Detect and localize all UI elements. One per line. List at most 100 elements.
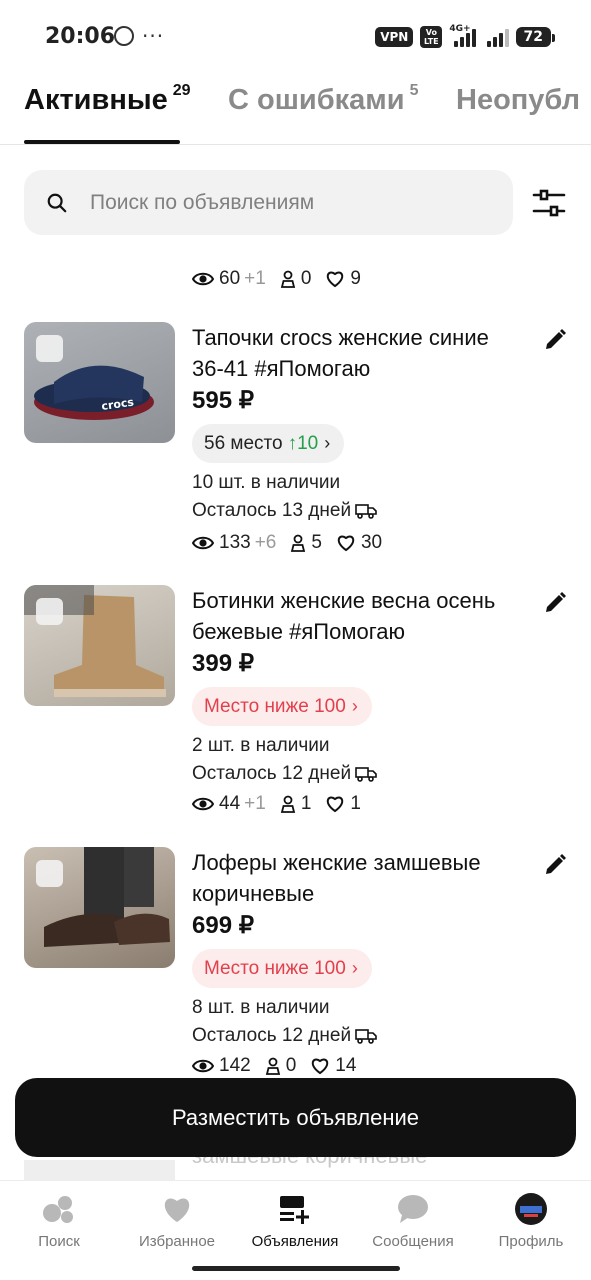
- listing-stats: 60 +1 0 9: [192, 268, 375, 290]
- select-checkbox[interactable]: [36, 860, 63, 887]
- network-type: 4G+: [449, 24, 471, 34]
- contacts-count: 5: [311, 532, 322, 553]
- stock-count: 8 шт. в наличии: [192, 997, 330, 1018]
- nav-listings[interactable]: Объявления: [240, 1191, 350, 1250]
- tab-label: Активные: [24, 84, 168, 116]
- rank-badge[interactable]: 56 место ↑10 ›: [192, 424, 345, 463]
- listing-tabs: Активные 29 С ошибками 5 Неопубл: [0, 80, 591, 146]
- views-delta: +1: [244, 268, 266, 289]
- likes-count: 1: [350, 793, 361, 814]
- days-left-text: Осталось 13 дней: [192, 500, 352, 521]
- views-count: 142: [219, 1055, 251, 1076]
- rank-text: Место ниже 100: [204, 957, 346, 979]
- search-nav-icon: [4, 1191, 114, 1227]
- likes-stat: 9: [325, 268, 361, 290]
- battery-icon: 72: [515, 27, 556, 47]
- tab-count: 29: [172, 82, 191, 99]
- views-count: 44: [219, 793, 241, 814]
- search-bar[interactable]: [24, 170, 513, 235]
- signal-icon-2: [486, 27, 509, 47]
- stock-count: 10 шт. в наличии: [192, 472, 341, 493]
- next-listing-thumbnail: [24, 1160, 175, 1182]
- listing-thumbnail[interactable]: [24, 847, 175, 968]
- home-indicator[interactable]: [192, 1266, 400, 1271]
- tab-active[interactable]: Активные 29: [24, 82, 191, 117]
- likes-count: 14: [335, 1055, 357, 1076]
- tab-label: С ошибками: [228, 84, 405, 116]
- listing-title[interactable]: Тапочки crocs женские синие 36-41 #яПомо…: [192, 322, 522, 384]
- pencil-icon[interactable]: [543, 591, 567, 615]
- days-left: Осталось 12 дней: [192, 763, 377, 785]
- listing-stats: 133 +6 5 30: [192, 532, 396, 554]
- create-listing-button[interactable]: Разместить объявление: [15, 1078, 576, 1157]
- whatsapp-icon: [114, 26, 134, 46]
- nav-profile[interactable]: Профиль: [476, 1191, 586, 1250]
- vpn-badge: VPN: [375, 27, 414, 47]
- listing-title[interactable]: Лоферы женские замшевые коричневые: [192, 847, 522, 909]
- heart-outline-icon: [312, 1058, 329, 1075]
- heart-outline-icon: [327, 271, 344, 288]
- contacts-stat: 1: [280, 793, 311, 815]
- avatar: [476, 1191, 586, 1227]
- chevron-right-icon: ›: [351, 696, 358, 716]
- contacts-count: 0: [300, 268, 312, 289]
- likes-count: 30: [360, 532, 383, 553]
- heart-icon: [122, 1191, 232, 1227]
- volte-bottom: LTE: [423, 37, 439, 46]
- person-icon: [265, 1057, 280, 1075]
- listing-stats: 142 0 14: [192, 1055, 370, 1077]
- listings-icon: [240, 1191, 350, 1227]
- listing-stats: 44 +1 1 1: [192, 793, 375, 815]
- more-notifications-icon: ···: [142, 24, 165, 48]
- tab-unpublished[interactable]: Неопубл: [456, 84, 580, 117]
- bottom-navigation: Поиск Избранное Объявления Сообщения Про…: [0, 1180, 591, 1280]
- contacts-count: 0: [285, 1055, 297, 1076]
- filter-settings-icon[interactable]: [530, 185, 568, 221]
- truck-icon: [355, 767, 377, 782]
- eye-icon: [192, 536, 214, 550]
- pencil-icon[interactable]: [543, 328, 567, 352]
- tab-count: 5: [409, 82, 419, 99]
- eye-icon: [192, 272, 214, 286]
- rank-badge[interactable]: Место ниже 100 ›: [192, 687, 372, 726]
- contacts-stat: 0: [280, 268, 312, 290]
- pencil-icon[interactable]: [543, 853, 567, 877]
- nav-search[interactable]: Поиск: [4, 1191, 114, 1250]
- search-input[interactable]: [90, 170, 490, 235]
- likes-stat: 1: [325, 793, 361, 815]
- nav-favorites[interactable]: Избранное: [122, 1191, 232, 1250]
- nav-label: Поиск: [38, 1233, 80, 1250]
- contacts-stat: 0: [265, 1055, 297, 1077]
- days-left: Осталось 13 дней: [192, 500, 377, 522]
- days-left: Осталось 12 дней: [192, 1025, 377, 1047]
- nav-messages[interactable]: Сообщения: [358, 1191, 468, 1250]
- likes-stat: 30: [336, 532, 382, 554]
- person-icon: [280, 795, 295, 813]
- search-icon: [47, 193, 67, 213]
- eye-icon: [192, 797, 214, 811]
- listing-price: 699 ₽: [192, 912, 254, 939]
- select-checkbox[interactable]: [36, 598, 63, 625]
- status-time: 20:06: [45, 24, 116, 49]
- views-count: 60: [219, 268, 241, 289]
- heart-outline-icon: [327, 796, 344, 813]
- rank-text: Место ниже 100: [204, 695, 346, 717]
- listing-title[interactable]: Ботинки женские весна осень бежевые #яПо…: [192, 585, 522, 647]
- nav-label: Профиль: [498, 1233, 564, 1250]
- select-checkbox[interactable]: [36, 335, 63, 362]
- person-icon: [280, 270, 295, 288]
- eye-icon: [192, 1059, 214, 1073]
- tab-errors[interactable]: С ошибками 5: [228, 82, 419, 117]
- listing-price: 595 ₽: [192, 387, 254, 414]
- volte-icon: Vo LTE: [420, 26, 443, 48]
- contacts-stat: 5: [290, 532, 322, 554]
- views-stat: 60 +1: [192, 268, 266, 290]
- heart-outline-icon: [337, 535, 355, 552]
- chevron-right-icon: ›: [324, 433, 331, 453]
- truck-icon: [355, 504, 377, 519]
- views-stat: 44 +1: [192, 793, 266, 815]
- listing-thumbnail[interactable]: crocs: [24, 322, 175, 443]
- rank-badge[interactable]: Место ниже 100 ›: [192, 949, 372, 988]
- chat-icon: [358, 1191, 468, 1227]
- listing-thumbnail[interactable]: [24, 585, 175, 706]
